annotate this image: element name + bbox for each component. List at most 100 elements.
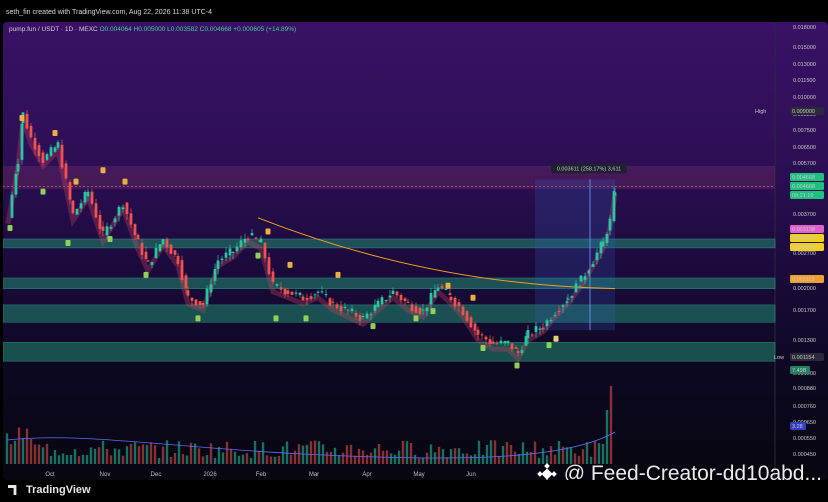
- symbol-legend: pump.fun / USDT · 1D · MEXC O0.004064 H0…: [9, 26, 296, 33]
- candle-body: [161, 239, 165, 245]
- volume-bar: [477, 440, 481, 464]
- candle-body: [570, 295, 574, 298]
- volume-bar: [77, 456, 81, 464]
- candle-body: [476, 329, 480, 335]
- candle-body: [506, 340, 510, 344]
- volume-bar: [437, 446, 441, 464]
- volume-bar: [205, 455, 209, 464]
- candle-body: [335, 304, 339, 309]
- candle-body: [499, 340, 503, 344]
- candle-body: [433, 290, 437, 298]
- time-axis-label: Apr: [362, 472, 371, 478]
- volume-bar: [349, 444, 353, 464]
- candle-body: [275, 284, 279, 286]
- volume-bar: [221, 452, 225, 464]
- volume-bar: [429, 444, 433, 464]
- candle-body: [587, 270, 591, 274]
- signal-marker: [335, 271, 341, 278]
- candle-body: [79, 203, 83, 209]
- candle-body: [146, 260, 150, 262]
- candle-body: [530, 334, 534, 336]
- footer-bar: TradingView: [0, 480, 828, 502]
- volume-ma-tag: 3.28: [792, 424, 803, 430]
- candle-body: [45, 154, 49, 160]
- volume-bar: [253, 440, 257, 464]
- candle-body: [361, 316, 365, 318]
- volume-bar: [525, 451, 529, 464]
- candle-body: [469, 317, 473, 328]
- price-tick: 0.013000: [793, 62, 816, 68]
- candle-body: [25, 113, 29, 129]
- chart-canvas[interactable]: 0.003611 (258.17%) 3,611 0.018000 0.015000…: [3, 22, 828, 480]
- volume-bar: [201, 456, 205, 464]
- volume-value-tag: 7.49B: [792, 368, 807, 374]
- volume-bar: [601, 443, 605, 464]
- signal-marker: [514, 362, 520, 369]
- price-tick: 0.015000: [793, 45, 816, 51]
- candle-body: [601, 241, 605, 247]
- volume-bar: [177, 441, 181, 464]
- volume-bar: [105, 448, 109, 464]
- volume-bar: [73, 449, 77, 464]
- candle-body: [90, 191, 94, 204]
- candle-body: [403, 298, 407, 302]
- volume-bar: [469, 455, 473, 464]
- candle-body: [136, 234, 140, 240]
- candle-body: [53, 147, 57, 152]
- tradingview-logo[interactable]: TradingView: [8, 484, 91, 496]
- candle-body: [228, 248, 232, 256]
- volume-bar: [405, 441, 409, 464]
- candle-body: [491, 341, 495, 344]
- candle-body: [391, 290, 395, 295]
- candle-body: [271, 271, 275, 282]
- candle-body: [444, 288, 448, 290]
- candle-body: [20, 123, 24, 160]
- signal-marker: [553, 335, 559, 342]
- signal-marker: [100, 167, 106, 174]
- candle-body: [484, 336, 488, 340]
- volume-bar: [145, 445, 149, 464]
- volume-bar: [261, 442, 265, 464]
- candle-body: [520, 350, 524, 353]
- candle-body: [453, 297, 457, 307]
- candle-body: [553, 315, 557, 317]
- volume-bar: [441, 449, 445, 464]
- volume-bar: [465, 453, 469, 464]
- measure-tooltip: 0.003611 (258.17%) 3,611: [557, 166, 621, 172]
- candle-body: [290, 291, 294, 295]
- candle-body: [534, 326, 538, 333]
- price-chart[interactable]: 0.003611 (258.17%) 3,611 0.018000 0.015000…: [3, 22, 828, 480]
- volume-bar: [101, 440, 105, 464]
- candle-body: [495, 343, 499, 345]
- candle-body: [129, 213, 133, 225]
- signal-marker: [370, 323, 376, 330]
- price-tick: 0.007500: [793, 128, 816, 134]
- candle-body: [350, 308, 354, 312]
- volume-bar: [161, 446, 165, 464]
- candle-body: [286, 290, 290, 295]
- candle-body: [449, 296, 453, 301]
- volume-bar: [173, 452, 177, 464]
- volume-bar: [41, 447, 45, 464]
- candle-body: [331, 301, 335, 303]
- candle-body: [421, 309, 425, 311]
- candle-body: [173, 250, 177, 255]
- signal-marker: [40, 188, 46, 195]
- price-tick: 0.006500: [793, 145, 816, 151]
- candle-body: [176, 255, 180, 264]
- time-axis-label: 2026: [203, 472, 217, 478]
- candle-body: [373, 304, 377, 311]
- candle-body: [388, 295, 392, 298]
- candle-body: [224, 252, 228, 258]
- candle-body: [279, 287, 283, 290]
- ohlc-values: O0.004064 H0.005000 L0.003582 C0.004668 …: [99, 26, 297, 33]
- signal-marker: [73, 178, 79, 185]
- candle-body: [574, 283, 578, 293]
- volume-bar: [325, 451, 329, 464]
- candle-body: [583, 276, 587, 281]
- level-pink-tag: 0.003138: [792, 227, 815, 233]
- candle-body: [410, 304, 414, 311]
- volume-bar: [133, 442, 137, 464]
- tradingview-logo-icon: [8, 485, 17, 495]
- candle-body: [316, 291, 320, 293]
